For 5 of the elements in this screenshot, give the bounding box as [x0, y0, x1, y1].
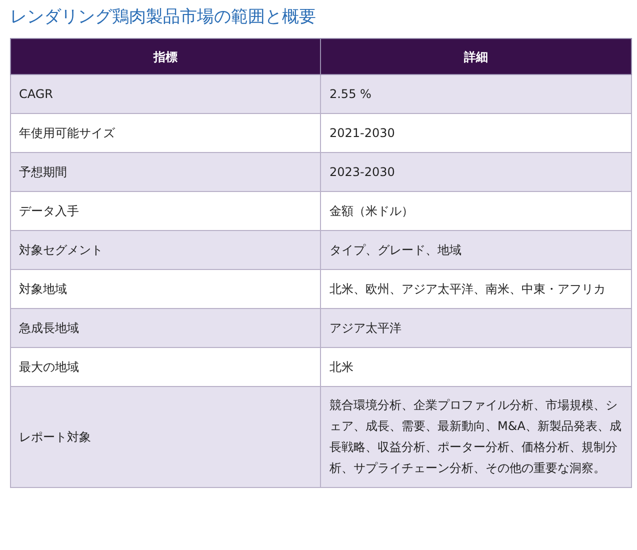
column-header: 指標: [10, 38, 321, 74]
column-header: 詳細: [320, 38, 632, 74]
page-title: レンダリング鶏肉製品市場の範囲と概要: [10, 6, 317, 29]
table-cell: 競合環境分析、企業プロファイル分析、市場規模、シェア、成長、需要、最新動向、M&A、新製品発表、成長戦略、収益分析、ポーター分析、価格分析、規制分析、サプライチェーン分析、その他の重要な洞察。: [320, 386, 632, 488]
table-cell: レポート対象: [10, 386, 321, 488]
